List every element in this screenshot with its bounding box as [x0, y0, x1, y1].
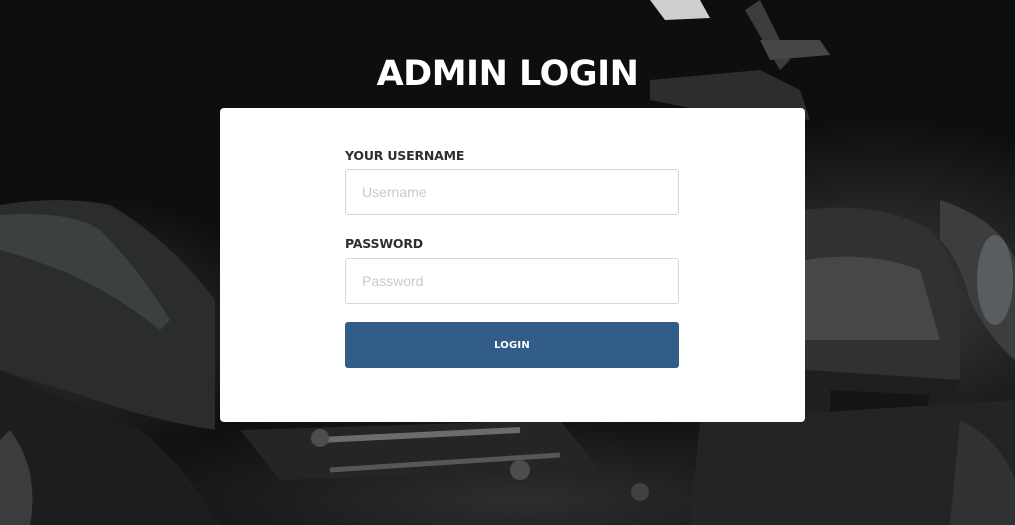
password-input[interactable]	[345, 258, 679, 304]
username-label: YOUR USERNAME	[345, 148, 465, 163]
login-button[interactable]: LOGIN	[345, 322, 679, 368]
username-input[interactable]	[345, 169, 679, 215]
password-label: PASSWORD	[345, 236, 423, 251]
page-title: ADMIN LOGIN	[376, 54, 639, 94]
login-card: YOUR USERNAME PASSWORD LOGIN	[220, 108, 805, 422]
